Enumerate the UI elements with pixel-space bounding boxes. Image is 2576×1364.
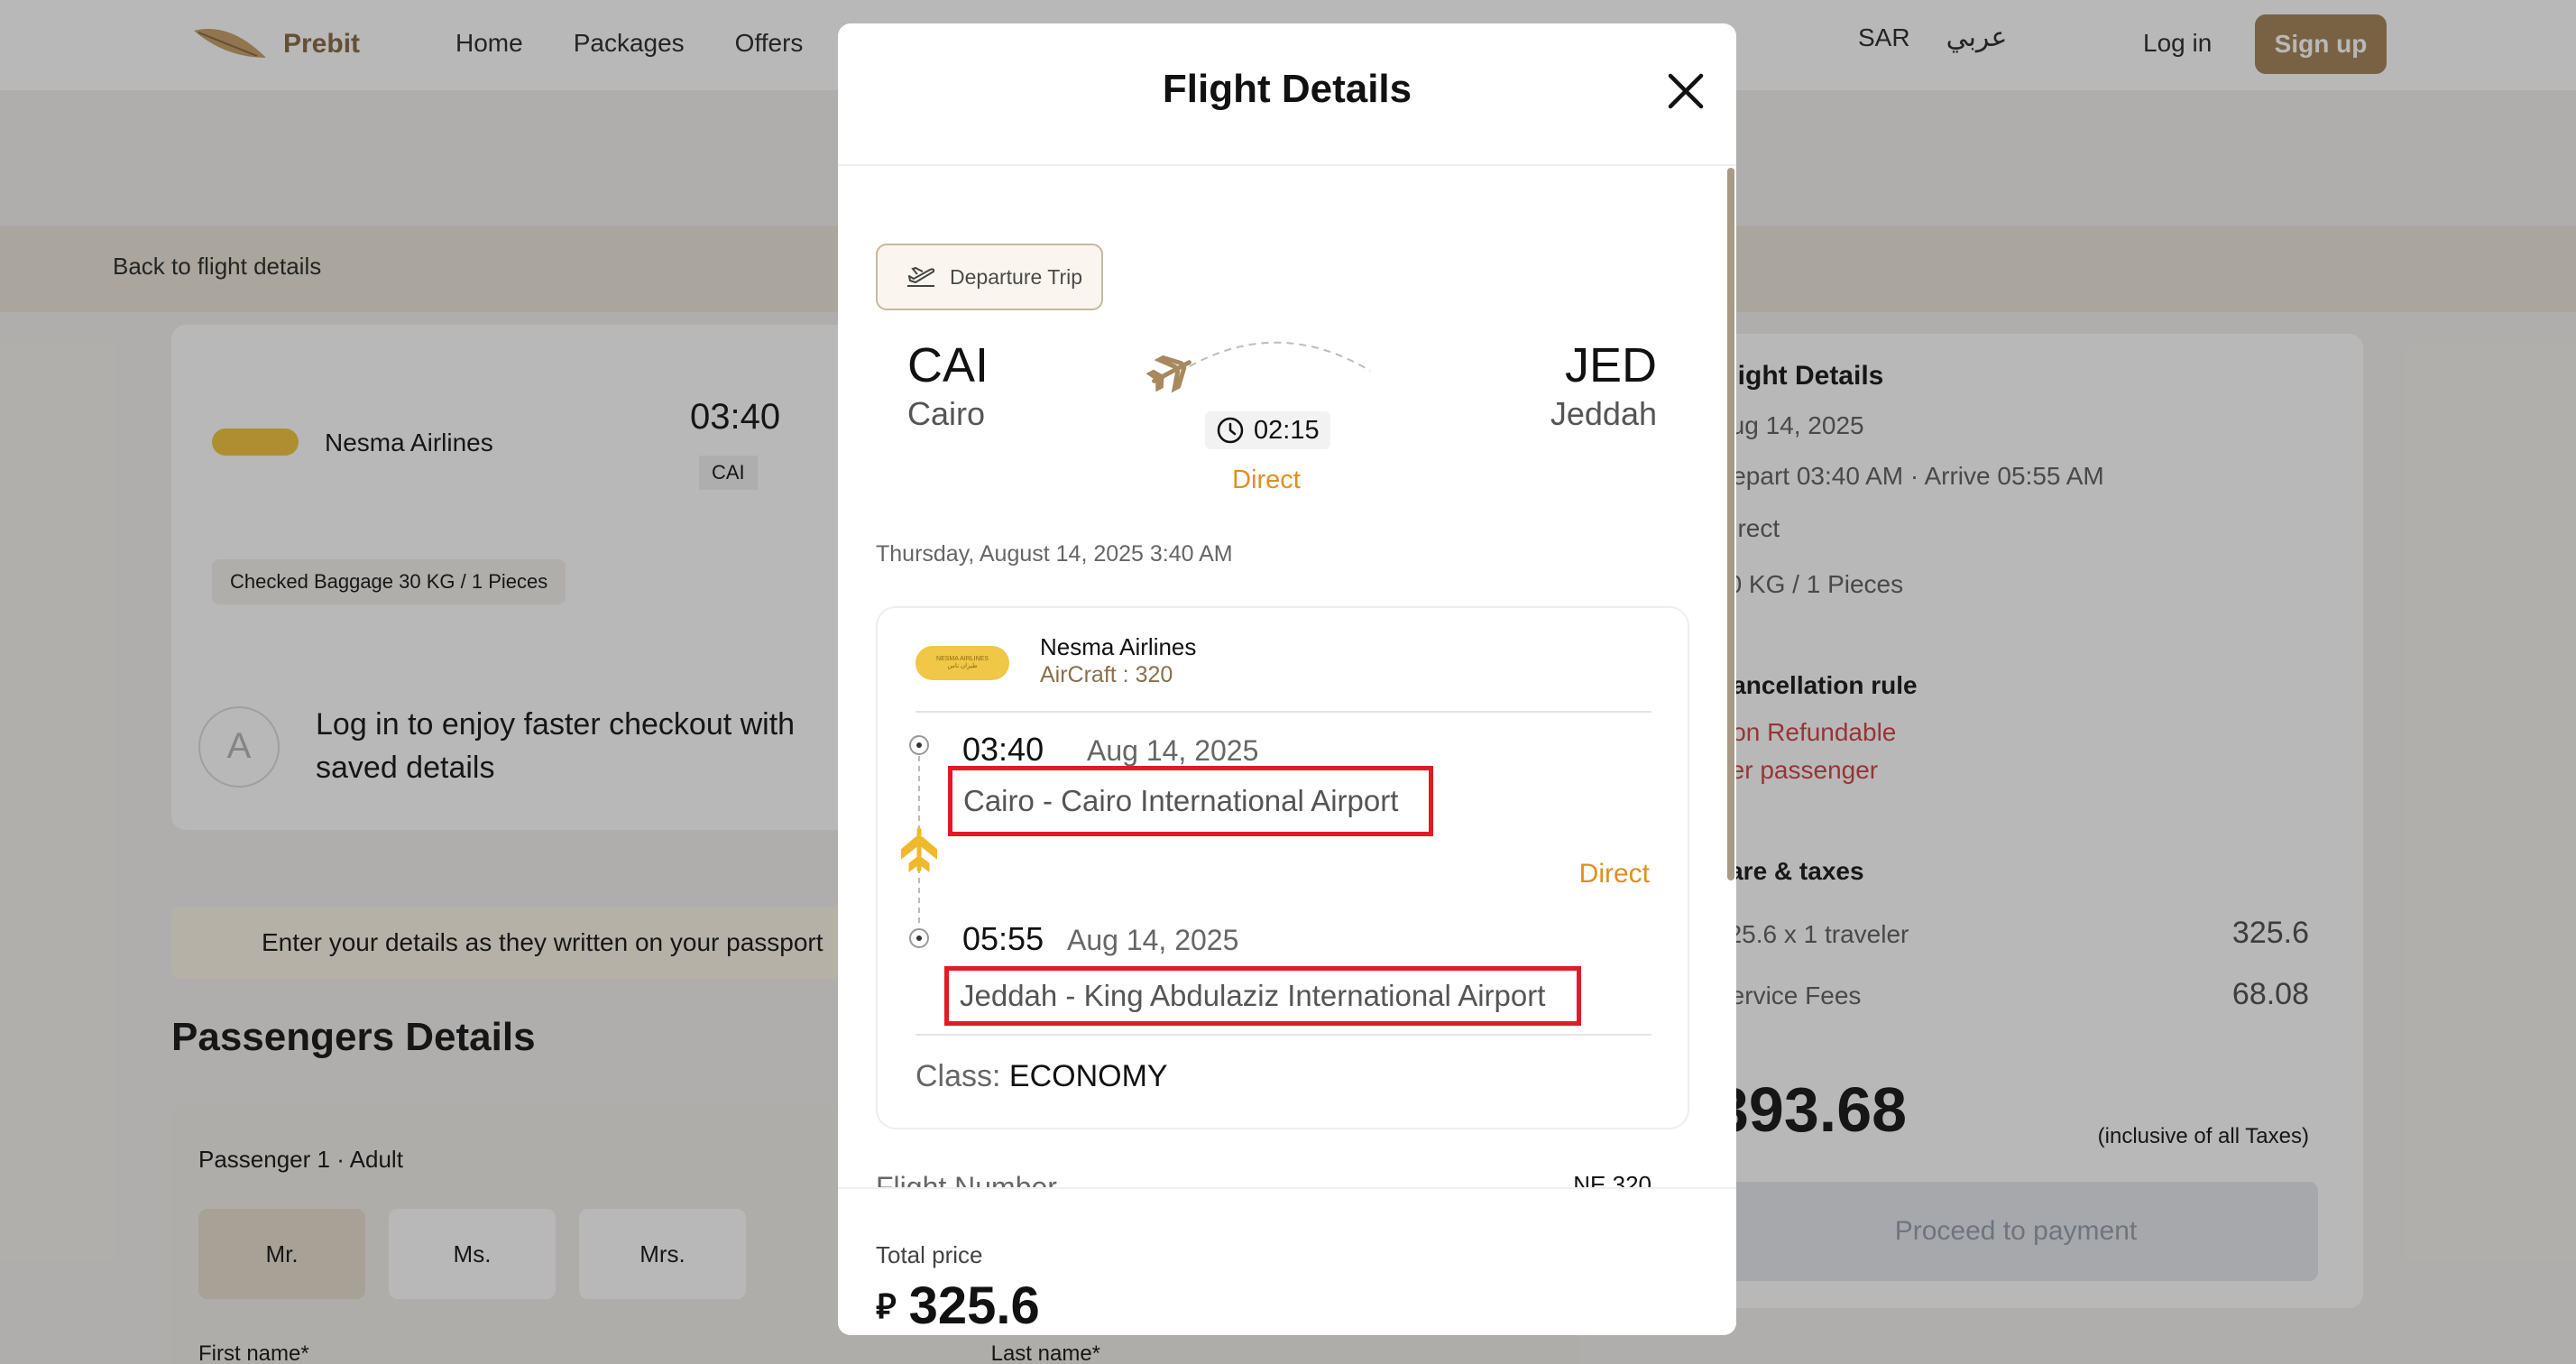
route-plane-icon <box>1145 341 1371 393</box>
class-value: ECONOMY <box>1008 1059 1168 1093</box>
airline-logo: NESMA AIRLINES طيران ناس <box>915 646 1009 680</box>
flight-number-label: Flight Number <box>876 1171 1057 1187</box>
departure-time: 03:40 <box>962 731 1044 768</box>
arrival-airport: Jeddah - King Abdulaziz International Ai… <box>944 966 1581 1026</box>
class-label: Class: <box>915 1059 1001 1093</box>
departure-datetime: Thursday, August 14, 2025 3:40 AM <box>876 541 1233 567</box>
flight-number-row: Flight Number NE 320 <box>876 1171 1651 1187</box>
takeoff-icon <box>907 266 935 287</box>
aircraft-type: AirCraft : 320 <box>1040 662 1173 687</box>
destination-city: Jeddah <box>1550 395 1657 432</box>
segment-divider <box>915 1034 1651 1036</box>
trip-badge-label: Departure Trip <box>950 264 1083 289</box>
total-price-label: Total price <box>876 1241 983 1268</box>
segment-divider <box>915 711 1651 713</box>
close-icon[interactable] <box>1663 69 1708 114</box>
airline-name: Nesma Airlines <box>1040 633 1197 660</box>
modal-title: Flight Details <box>1162 67 1412 111</box>
modal-footer: Total price ⃁ 325.6 <box>838 1187 1736 1335</box>
arrival-time: 05:55 <box>962 920 1044 957</box>
modal-header: Flight Details <box>838 23 1736 166</box>
timeline-icon <box>901 735 937 948</box>
segment-stop-type: Direct <box>1578 859 1650 889</box>
departure-trip-badge: Departure Trip <box>876 244 1103 310</box>
modal-scrollbar[interactable] <box>1727 168 1734 880</box>
flight-number-value: NE 320 <box>1573 1171 1651 1187</box>
flight-segment-card: NESMA AIRLINES طيران ناس Nesma Airlines … <box>876 606 1689 1129</box>
departure-airport: Cairo - Cairo International Airport <box>948 766 1433 836</box>
flight-duration: 02:15 <box>1205 411 1330 449</box>
arrival-date: Aug 14, 2025 <box>1067 924 1239 956</box>
departure-date: Aug 14, 2025 <box>1087 734 1259 767</box>
duration-value: 02:15 <box>1254 415 1320 445</box>
logo-text-en: NESMA AIRLINES <box>936 656 989 663</box>
origin-code: CAI <box>907 338 989 392</box>
clock-icon <box>1217 417 1244 444</box>
route-overview: CAI Cairo 02:15 JED Jeddah Direct <box>838 330 1736 511</box>
modal-body[interactable]: Departure Trip CAI Cairo 02:15 JED Jedda… <box>838 168 1736 1187</box>
logo-text-ar: طيران ناس <box>947 663 978 669</box>
total-price-value: 325.6 <box>908 1276 1040 1335</box>
riyal-currency-icon: ⃁ <box>876 1288 897 1326</box>
origin-city: Cairo <box>907 395 986 432</box>
destination-code: JED <box>1564 338 1657 392</box>
stop-type: Direct <box>1232 465 1301 494</box>
cabin-class: Class: ECONOMY <box>915 1059 1168 1094</box>
flight-details-modal: Flight Details Departure Trip CAI Cairo <box>838 23 1736 1335</box>
total-price: ⃁ 325.6 <box>876 1276 1040 1335</box>
